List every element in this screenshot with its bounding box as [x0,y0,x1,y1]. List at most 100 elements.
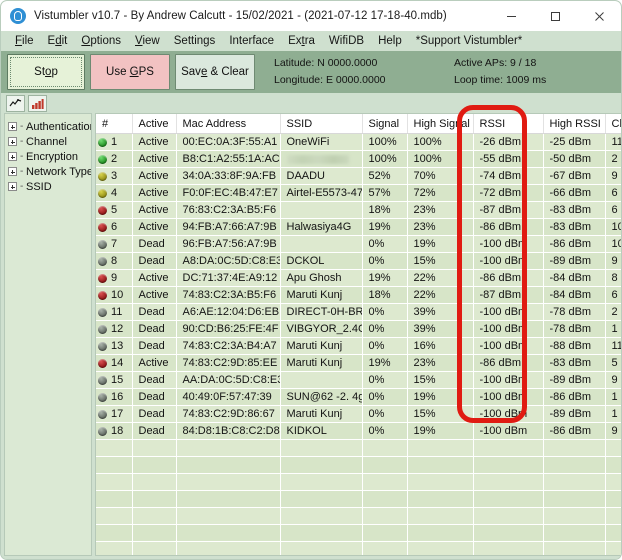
use-gps-button[interactable]: Use GPS [90,54,170,90]
table-row[interactable]: 9 Active DC:71:37:4E:A9:12 Apu Ghosh 19% 22% -… [96,269,621,287]
cell-empty [280,541,363,555]
cell-empty [543,439,606,457]
menu-item-extra[interactable]: Extra [281,31,322,51]
cell-signal: 0% [362,371,408,389]
table-row[interactable]: 16 Dead 40:49:0F:57:47:39 SUN@62 -2. 4g 0% 19… [96,388,621,406]
menu-item-help[interactable]: Help [371,31,409,51]
row-number: 1 [111,136,118,148]
close-icon[interactable] [577,1,621,31]
expand-icon[interactable] [8,152,17,161]
row-number: 6 [111,221,118,233]
cell-rssi: -87 dBm [473,201,544,219]
cell-empty [176,524,281,542]
cell-num: 15 [96,371,133,389]
sidebar-item-network-type[interactable]: - Network Type [8,164,91,179]
table-row[interactable]: 2 Active B8:C1:A2:55:1A:AC 100% 100% -55 dBm -… [96,150,621,168]
cell-empty [132,456,177,474]
menu-item-edit[interactable]: Edit [41,31,75,51]
column-header-high-signal[interactable]: High Signal [407,114,474,134]
cell-empty [362,490,408,508]
bar-chart-icon[interactable] [28,94,47,112]
menu-item-settings[interactable]: Settings [167,31,223,51]
cell-active: Dead [132,371,177,389]
cell-rssi: -100 dBm [473,235,544,253]
table-row[interactable]: 1 Active 00:EC:0A:3F:55:A1 OneWiFi 100% 100% -… [96,133,621,151]
cell-num: 6 [96,218,133,236]
save-and-clear-button[interactable]: Save & Clear [175,54,255,90]
cell-empty [407,473,474,491]
menu-item-interface[interactable]: Interface [222,31,281,51]
cell-active: Active [132,218,177,236]
cell-channel: 10 [605,235,621,253]
table-row[interactable]: 15 Dead AA:DA:0C:5D:C8:E3 0% 15% -100 dBm -89 … [96,371,621,389]
status-led-icon [98,188,107,198]
cell-ssid: KIDKOL [280,422,363,440]
column-header-ssid[interactable]: SSID [280,114,363,134]
cell-empty [176,456,281,474]
menu-item-support-vistumbler[interactable]: *Support Vistumbler* [409,31,530,51]
cell-signal: 18% [362,201,408,219]
sidebar-item-authentication[interactable]: - Authentication [8,119,91,134]
cell-num: 11 [96,303,133,321]
table-row[interactable]: 3 Active 34:0A:33:8F:9A:FB DAADU 52% 70% -74 d… [96,167,621,185]
cell-active: Active [132,286,177,304]
menu-item-options[interactable]: Options [74,31,128,51]
status-led-icon [98,154,107,164]
table-row[interactable]: 13 Dead 74:83:C2:3A:B4:A7 Maruti Kunj 0% 16% -… [96,337,621,355]
cell-empty [96,524,133,542]
cell-num: 10 [96,286,133,304]
column-header-signal[interactable]: Signal [362,114,408,134]
sidebar-item-encryption[interactable]: - Encryption [8,149,91,164]
table-row[interactable]: 12 Dead 90:CD:B6:25:FE:4F VIBGYOR_2.4G 0% 39%… [96,320,621,338]
cell-channel: 5 [605,354,621,372]
line-graph-icon[interactable] [6,94,25,112]
column-header-mac-address[interactable]: Mac Address [176,114,281,134]
cell-high-rssi: -88 dBm [543,337,606,355]
column-header-active[interactable]: Active [132,114,177,134]
redacted-ssid [286,154,349,164]
table-row[interactable]: 17 Dead 74:83:C2:9D:86:67 Maruti Kunj 0% 15% -… [96,405,621,423]
expand-icon[interactable] [8,167,17,176]
column-header-high-rssi[interactable]: High RSSI [543,114,606,134]
row-number: 14 [111,357,124,369]
expand-icon[interactable] [8,182,17,191]
expand-icon[interactable] [8,122,17,131]
table-row[interactable]: 4 ActiveF0:0F:EC:4B:47:E7Airtel-E5573-47E… [96,184,621,202]
table-row[interactable]: 7 Dead 96:FB:A7:56:A7:9B 0% 19% -100 dBm -86 d… [96,235,621,253]
column-header-num[interactable]: # [96,114,133,134]
cell-active: Dead [132,303,177,321]
cell-active: Dead [132,337,177,355]
cell-high-signal: 100% [407,150,474,168]
cell-mac-address: F0:0F:EC:4B:47:E7 [176,184,281,202]
graph-icon-strip [1,93,621,113]
cell-mac-address: 74:83:C2:9D:85:EE [176,354,281,372]
cell-high-rssi: -83 dBm [543,201,606,219]
sidebar-item-label: Encryption [26,150,78,163]
maximize-icon[interactable] [533,1,577,31]
menu-item-file[interactable]: File [8,31,41,51]
vistumbler-icon [10,8,26,24]
table-row[interactable]: 5 Active 76:83:C2:3A:B5:F6 18% 23% -87 dBm -83… [96,201,621,219]
cell-mac-address: 74:83:C2:3A:B4:A7 [176,337,281,355]
cell-high-rssi: -89 dBm [543,405,606,423]
menu-item-wifidb[interactable]: WifiDB [322,31,371,51]
sidebar-item-ssid[interactable]: - SSID [8,179,91,194]
column-header-channel[interactable]: Channel [605,114,621,134]
menu-item-view[interactable]: View [128,31,167,51]
sidebar-item-channel[interactable]: - Channel [8,134,91,149]
stop-button[interactable]: Stop [7,54,85,90]
cell-active: Dead [132,252,177,270]
table-row[interactable]: 6 Active 94:FB:A7:66:A7:9B Halwasiya4G 19% 23… [96,218,621,236]
table-row[interactable]: 14 Active 74:83:C2:9D:85:EE Maruti Kunj 19% 2… [96,354,621,372]
table-row[interactable]: 8 Dead A8:DA:0C:5D:C8:E3 DCKOL 0% 15% -100 dBm… [96,252,621,270]
table-row[interactable]: 11 DeadA6:AE:12:04:D6:EBDIRECT-0H-BRA...0… [96,303,621,321]
cell-empty [605,507,621,525]
table-row[interactable]: 18 Dead 84:D8:1B:C8:C2:D8 KIDKOL 0% 19% -100 d… [96,422,621,440]
minimize-icon[interactable] [489,1,533,31]
cell-channel: 8 [605,269,621,287]
expand-icon[interactable] [8,137,17,146]
table-row[interactable]: 10 Active 74:83:C2:3A:B5:F6 Maruti Kunj 18% 2… [96,286,621,304]
active-aps-readout: Active APs: 9 / 18 [454,57,537,69]
column-header-rssi[interactable]: RSSI [473,114,544,134]
cell-high-rssi: -84 dBm [543,286,606,304]
